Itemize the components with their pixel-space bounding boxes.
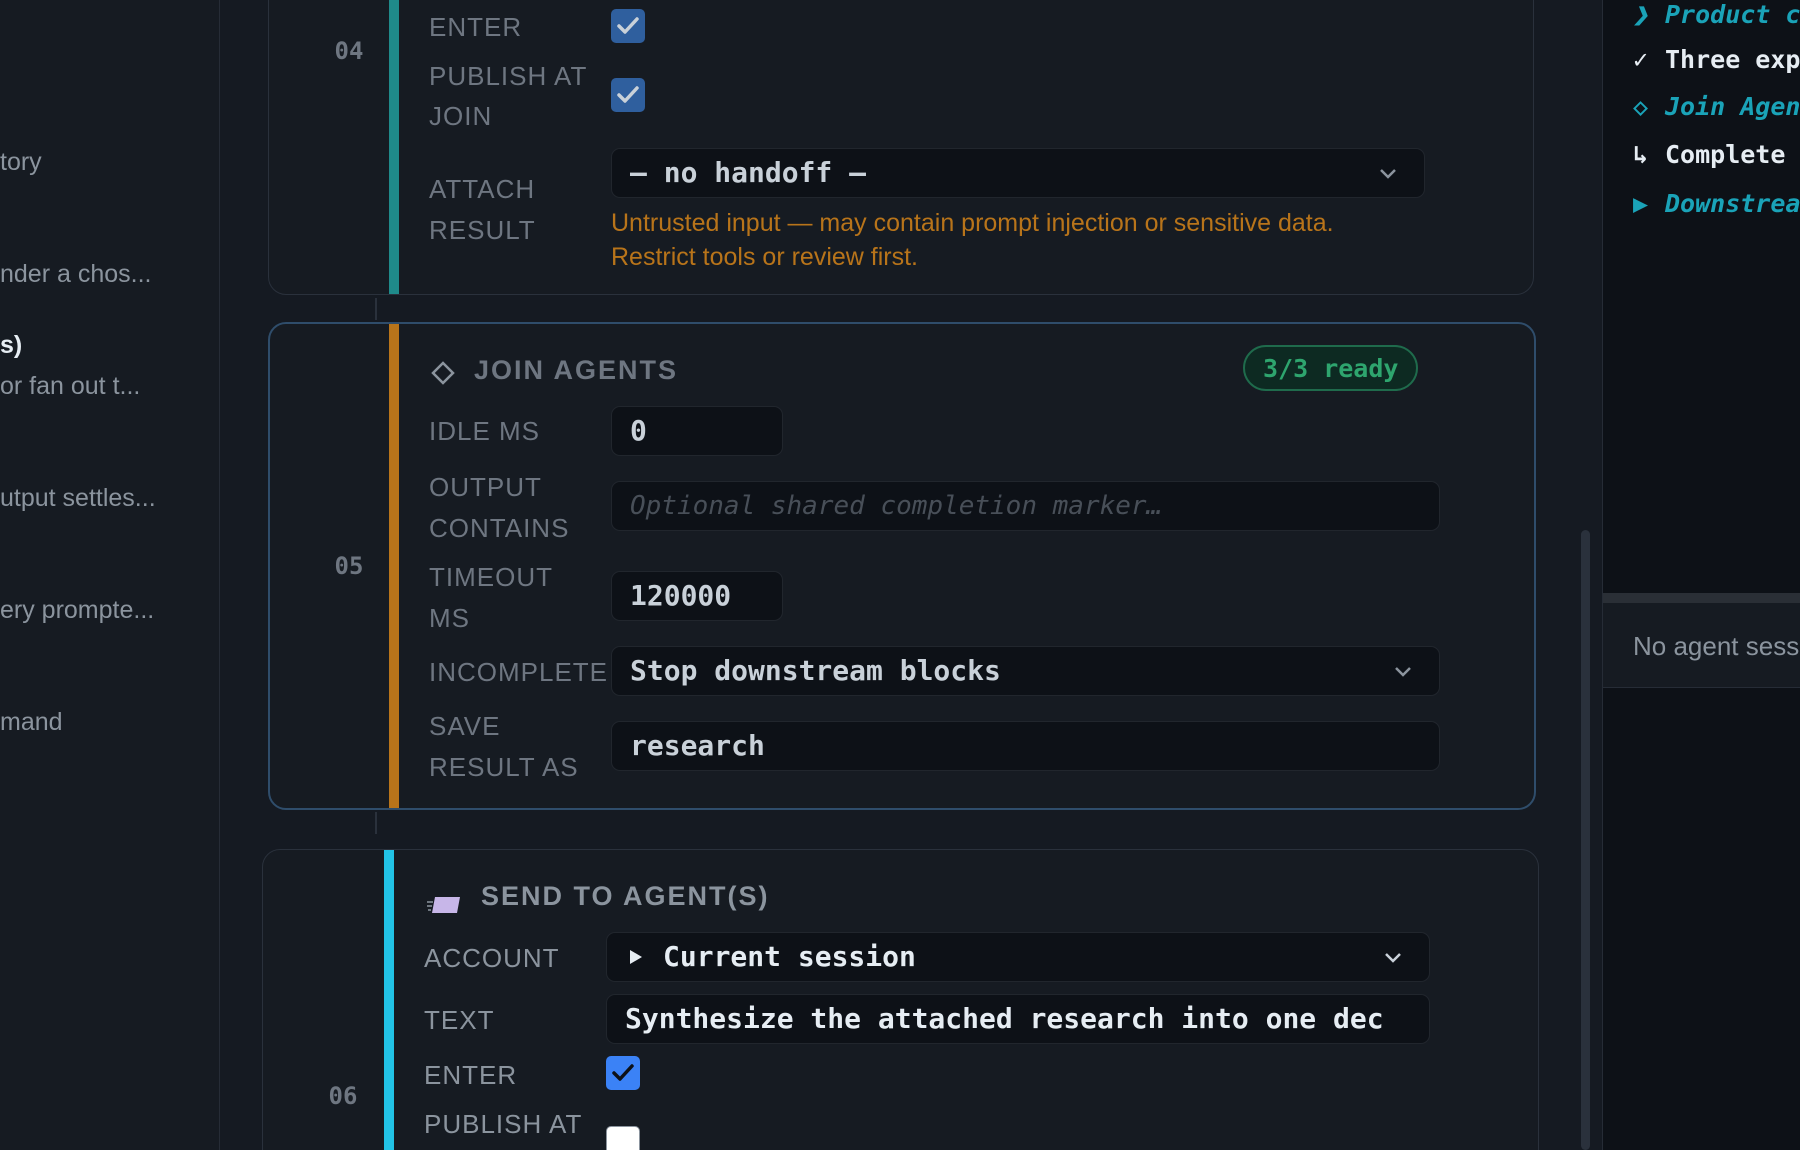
diamond-icon: ◇ — [1633, 92, 1649, 121]
checkmark-icon: ✓ — [1633, 45, 1649, 74]
agent-session-status-text: No agent sess — [1633, 631, 1800, 661]
text-value: Synthesize the attached research into on… — [625, 1002, 1384, 1035]
block-card-04[interactable]: 04 ENTER PUBLISH AT JOIN ATTACH RESULT —… — [268, 0, 1534, 295]
timeout-ms-label-2: MS — [429, 603, 470, 633]
attach-result-label: ATTACH — [429, 174, 536, 204]
panel-resize-handle[interactable] — [1603, 593, 1800, 603]
chevron-right-icon: ❯ — [1633, 0, 1649, 29]
timeout-ms-value: 120000 — [630, 579, 732, 612]
play-icon: ▶ — [1633, 189, 1649, 218]
enter-label: ENTER — [424, 1060, 518, 1090]
ready-status-badge: 3/3 ready — [1243, 345, 1419, 391]
attach-result-select[interactable]: — no handoff — — [611, 148, 1425, 198]
log-line: ✓ Three exp — [1633, 45, 1800, 74]
sidebar: tory nder a chos... s) or fan out t... u… — [0, 0, 220, 1150]
account-label: ACCOUNT — [424, 943, 560, 973]
incomplete-select[interactable]: Stop downstream blocks — [611, 646, 1440, 696]
block-connector — [375, 812, 377, 834]
publish-at-checkbox[interactable] — [606, 1126, 640, 1150]
log-line: ❯ Product c — [1633, 0, 1800, 29]
log-line: ▶ Downstrea — [1633, 189, 1800, 218]
chevron-down-icon — [1380, 169, 1396, 179]
publish-at-join-label: PUBLISH AT — [429, 61, 588, 91]
sidebar-item[interactable]: nder a chos... — [0, 260, 151, 289]
log-line: ◇ Join Agen — [1633, 92, 1800, 121]
sidebar-item[interactable]: ery prompte... — [0, 596, 154, 625]
block-title: JOIN AGENTS — [474, 355, 679, 385]
timeout-ms-input[interactable]: 120000 — [611, 571, 783, 621]
account-value: Current session — [663, 940, 916, 973]
workflow-editor: 04 ENTER PUBLISH AT JOIN ATTACH RESULT —… — [220, 0, 1589, 1150]
publish-at-join-checkbox[interactable] — [611, 78, 645, 112]
block-number: 05 — [334, 552, 364, 580]
enter-checkbox[interactable] — [606, 1056, 640, 1090]
block-accent-stripe — [389, 324, 399, 808]
agent-session-status: No agent sess — [1603, 603, 1800, 688]
idle-ms-value: 0 — [630, 414, 647, 447]
block-card-05[interactable]: 05 JOIN AGENTS 3/3 ready IDLE MS 0 OUTPU… — [268, 322, 1536, 810]
sidebar-item-description: or fan out t... — [0, 372, 141, 400]
enter-checkbox[interactable] — [611, 9, 645, 43]
idle-ms-input[interactable]: 0 — [611, 406, 783, 456]
attach-result-value: — no handoff — — [630, 156, 867, 189]
checkmark-icon — [612, 1064, 634, 1081]
editor-scrollbar-thumb[interactable] — [1581, 530, 1590, 1150]
block-number: 04 — [334, 37, 364, 65]
idle-ms-label: IDLE MS — [429, 416, 541, 446]
attach-result-label-2: RESULT — [429, 215, 536, 245]
play-icon — [630, 950, 642, 964]
timeout-ms-label: TIMEOUT — [429, 562, 553, 592]
diamond-icon — [431, 361, 455, 385]
log-line: ↳ Complete — [1633, 140, 1786, 169]
output-contains-placeholder: Optional shared completion marker… — [630, 491, 1163, 521]
enter-label: ENTER — [429, 12, 523, 42]
save-result-as-input[interactable]: research — [611, 721, 1440, 771]
output-contains-input[interactable]: Optional shared completion marker… — [611, 481, 1440, 531]
send-icon — [427, 897, 460, 913]
sidebar-item-active[interactable]: s) — [0, 331, 22, 360]
block-connector — [375, 298, 377, 320]
save-result-as-label: SAVE — [429, 711, 501, 741]
block-title: SEND TO AGENT(S) — [481, 881, 770, 911]
account-select[interactable]: Current session — [606, 932, 1430, 982]
sidebar-item[interactable]: mand — [0, 708, 63, 737]
return-arrow-icon: ↳ — [1633, 140, 1649, 169]
publish-at-join-label-2: JOIN — [429, 101, 493, 131]
block-card-06[interactable]: 06 SEND TO AGENT(S) ACCOUNT Current sess… — [262, 849, 1539, 1150]
block-number: 06 — [328, 1082, 358, 1110]
publish-at-label: PUBLISH AT — [424, 1109, 583, 1139]
block-accent-stripe — [389, 0, 399, 294]
checkmark-icon — [617, 86, 639, 103]
output-contains-label: OUTPUT — [429, 472, 542, 502]
untrusted-input-warning: Untrusted input — may contain prompt inj… — [611, 209, 1334, 271]
run-log-panel: ❯ Product c ✓ Three exp ◇ Join Agen ↳ Comple… — [1602, 0, 1800, 1150]
sidebar-item[interactable]: tory — [0, 148, 42, 177]
chevron-down-icon — [1395, 667, 1411, 677]
text-label: TEXT — [424, 1005, 495, 1035]
chevron-down-icon — [1385, 953, 1401, 963]
output-contains-label-2: CONTAINS — [429, 513, 570, 543]
sidebar-item[interactable]: utput settles... — [0, 484, 156, 513]
save-result-as-label-2: RESULT AS — [429, 752, 579, 782]
save-result-as-value: research — [630, 729, 765, 762]
block-accent-stripe — [384, 850, 394, 1150]
incomplete-value: Stop downstream blocks — [630, 654, 1001, 687]
incomplete-label: INCOMPLETE — [429, 657, 609, 687]
checkmark-icon — [617, 17, 639, 34]
text-input[interactable]: Synthesize the attached research into on… — [606, 994, 1430, 1044]
